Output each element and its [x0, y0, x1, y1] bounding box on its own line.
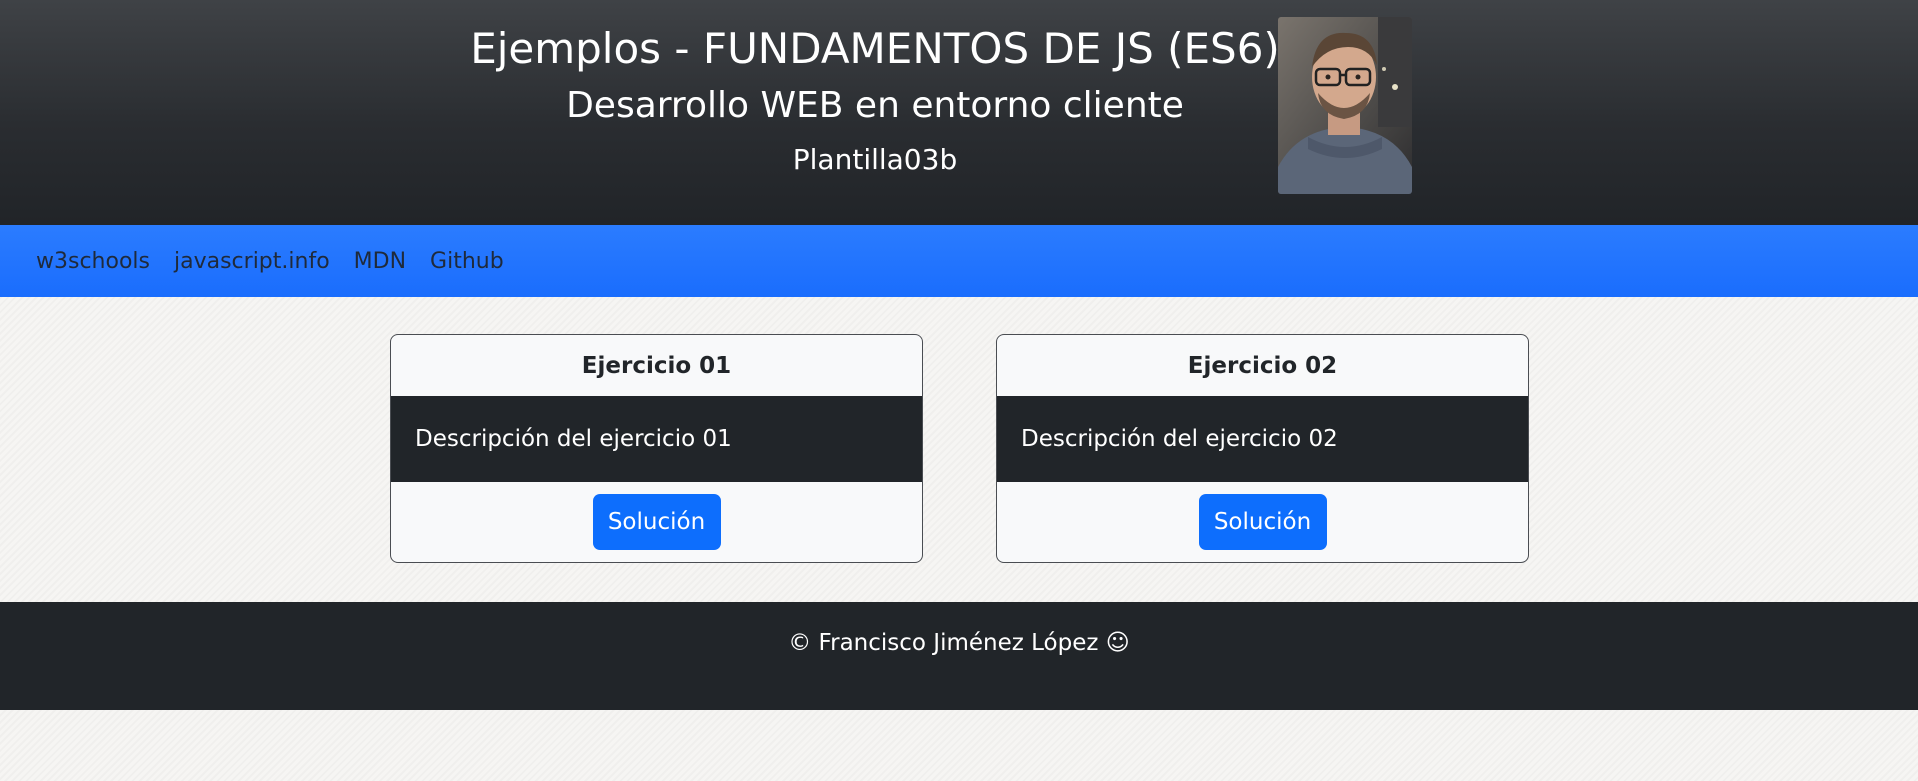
- page-title: Ejemplos - FUNDAMENTOS DE JS (ES6): [470, 24, 1280, 73]
- exercise-description: Descripción del ejercicio 02: [997, 396, 1528, 482]
- page-subtitle: Desarrollo WEB en entorno cliente: [566, 85, 1184, 126]
- exercise-description-text: Descripción del ejercicio 02: [1021, 426, 1338, 452]
- top-nav: w3schools javascript.info MDN Github: [0, 225, 1918, 297]
- nav-link-mdn[interactable]: MDN: [354, 249, 406, 274]
- exercise-footer: Solución: [391, 482, 922, 562]
- template-name: Plantilla03b: [792, 143, 958, 176]
- nav-link-w3schools[interactable]: w3schools: [36, 249, 150, 274]
- exercise-card-01: Ejercicio 01 Descripción del ejercicio 0…: [390, 334, 923, 563]
- solution-button-02[interactable]: Solución: [1198, 494, 1327, 550]
- page-header: Ejemplos - FUNDAMENTOS DE JS (ES6) Desar…: [0, 0, 1918, 225]
- exercise-title: Ejercicio 02: [1187, 352, 1338, 379]
- solution-button-01[interactable]: Solución: [592, 494, 721, 550]
- nav-link-github[interactable]: Github: [430, 249, 504, 274]
- exercises-section: Ejercicio 01 Descripción del ejercicio 0…: [0, 297, 1918, 602]
- copyright-text: © Francisco Jiménez López ☺: [788, 630, 1130, 656]
- page-footer: © Francisco Jiménez López ☺: [0, 602, 1918, 710]
- exercise-description: Descripción del ejercicio 01: [391, 396, 922, 482]
- exercise-card-02: Ejercicio 02 Descripción del ejercicio 0…: [996, 334, 1529, 563]
- exercise-footer: Solución: [997, 482, 1528, 562]
- exercise-title: Ejercicio 01: [581, 352, 732, 379]
- exercise-description-text: Descripción del ejercicio 01: [415, 426, 732, 452]
- author-photo: [1278, 17, 1412, 194]
- nav-link-javascript-info[interactable]: javascript.info: [174, 249, 330, 274]
